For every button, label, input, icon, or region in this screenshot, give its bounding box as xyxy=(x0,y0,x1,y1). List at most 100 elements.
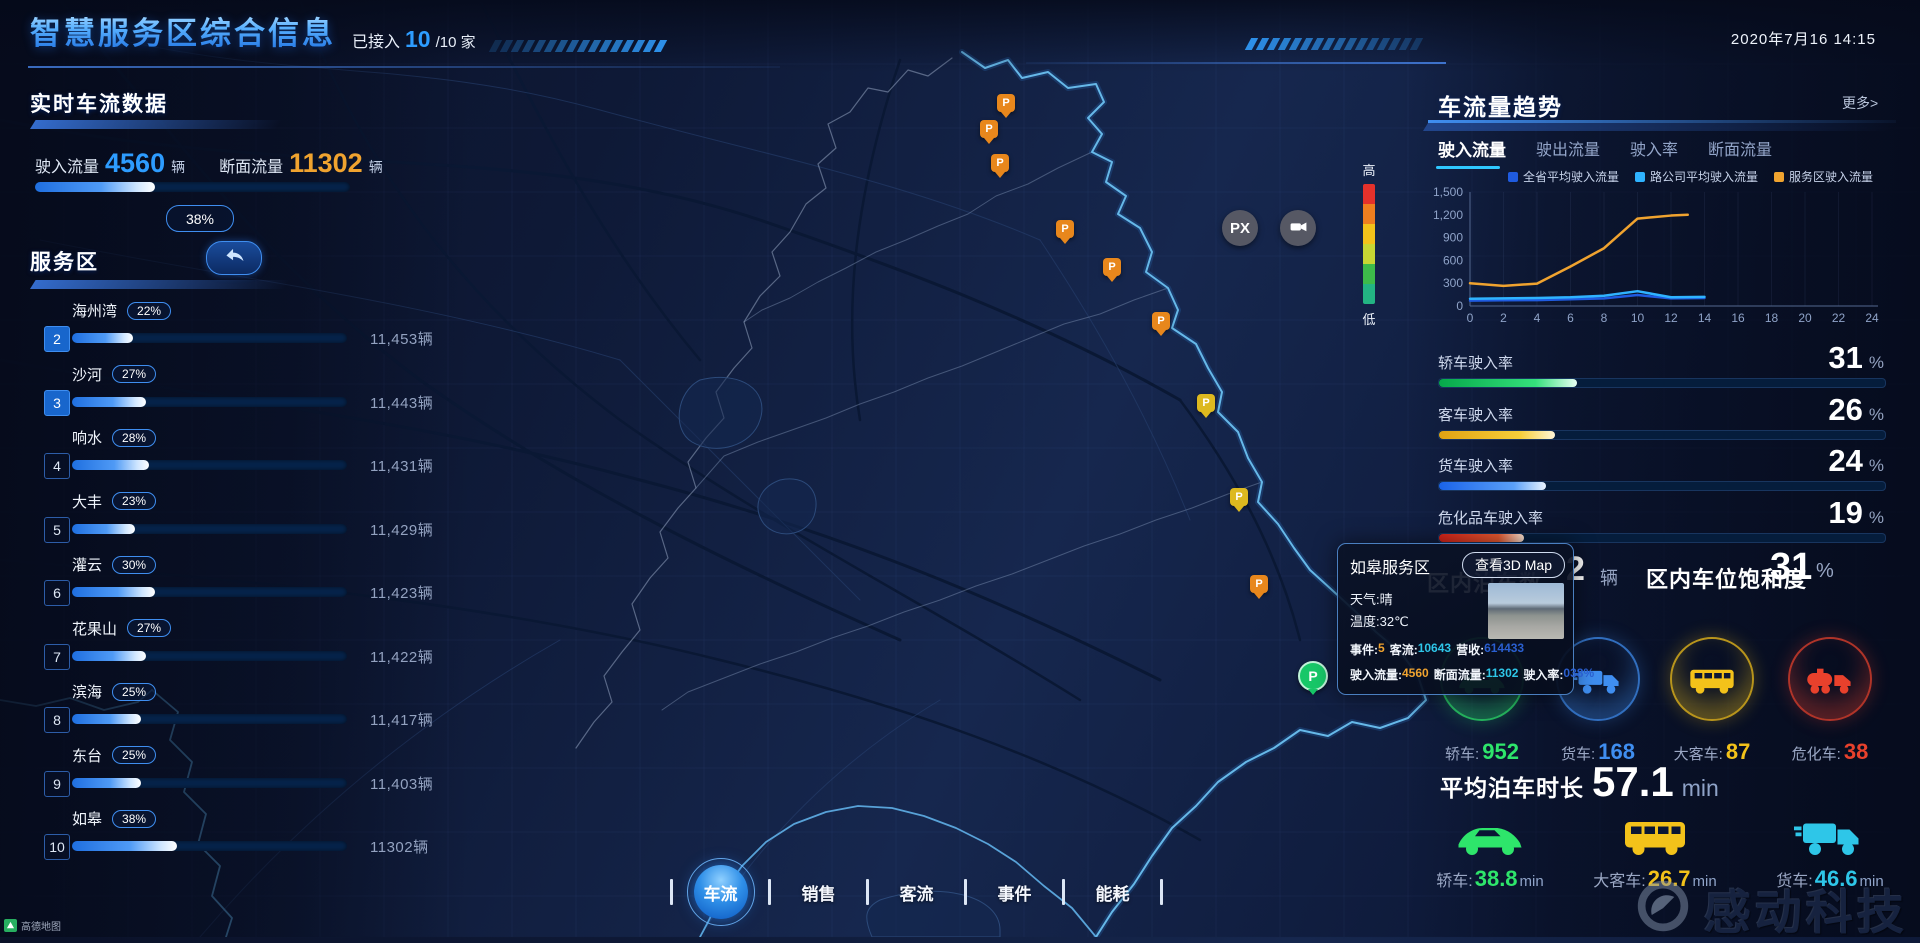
service-area-row[interactable]: 如皋 38% 10 11302辆 xyxy=(44,808,464,866)
service-area-name: 东台 xyxy=(72,745,102,766)
section-wedge xyxy=(30,120,326,129)
entry-rate-bar-fill xyxy=(1439,379,1577,387)
service-area-list: 海州湾 22% 2 11,453辆 沙河 27% 3 11,443辆 响水 28… xyxy=(44,300,464,880)
service-area-rank-badge: 6 xyxy=(44,580,70,606)
entry-rate-unit: % xyxy=(1869,508,1884,528)
tooltip-title: 如皋服务区 xyxy=(1350,554,1430,578)
service-area-row[interactable]: 花果山 27% 7 11,422辆 xyxy=(44,618,464,676)
svg-text:14: 14 xyxy=(1698,311,1712,325)
entry-rate-value-box: 31 % xyxy=(1828,340,1884,376)
svg-text:0: 0 xyxy=(1456,299,1463,313)
legend-swatch xyxy=(1774,172,1784,182)
service-area-name-line: 东台 25% xyxy=(72,745,156,766)
heat-legend-high: 高 xyxy=(1352,160,1386,179)
tooltip-info-row: 驶入流量:4560断面流量:11302驶入率:038% xyxy=(1350,666,1599,683)
service-area-map-pin-orange[interactable]: P xyxy=(980,120,998,138)
trend-tab-item[interactable]: 断面流量 xyxy=(1708,136,1772,169)
bottom-tab-item[interactable]: 事件 xyxy=(967,880,1062,905)
service-area-bar-fill xyxy=(72,460,149,470)
trend-tab-item[interactable]: 驶入率 xyxy=(1630,136,1678,169)
entry-rate-value: 19 xyxy=(1828,495,1862,531)
service-area-row[interactable]: 滨海 25% 8 11,417辆 xyxy=(44,681,464,739)
back-button[interactable] xyxy=(206,241,262,275)
service-area-name: 花果山 xyxy=(72,618,117,639)
trend-tab-item[interactable]: 驶出流量 xyxy=(1536,136,1600,169)
bottom-tab-item[interactable]: 销售 xyxy=(771,880,866,905)
active-tab-ring: 车流 xyxy=(687,858,755,926)
vehicle-count-value: 38 xyxy=(1844,739,1868,764)
svg-text:600: 600 xyxy=(1443,253,1463,267)
service-area-row[interactable]: 沙河 27% 3 11,443辆 xyxy=(44,364,464,422)
header-divider-right xyxy=(1026,62,1446,64)
service-area-traffic-value: 11,429辆 xyxy=(370,519,433,540)
parking-count-unit: 辆 xyxy=(1600,564,1618,590)
service-area-name: 如皋 xyxy=(72,808,102,829)
service-area-map-pin-orange[interactable]: P xyxy=(1056,220,1074,238)
service-area-map-pin-orange[interactable]: P xyxy=(1250,575,1268,593)
legend-swatch xyxy=(1635,172,1645,182)
service-area-traffic-value: 11,453辆 xyxy=(370,328,433,349)
vehicle-count-item: 大客车:87 xyxy=(1657,637,1767,765)
svg-text:12: 12 xyxy=(1664,311,1678,325)
camera-layer-button[interactable] xyxy=(1280,210,1316,246)
vehicle-count-value: 87 xyxy=(1726,739,1750,764)
service-area-row[interactable]: 东台 25% 9 11,403辆 xyxy=(44,745,464,803)
bottom-tab-item[interactable]: 客流 xyxy=(869,880,964,905)
map-lake xyxy=(679,377,762,448)
map-lake xyxy=(758,479,816,534)
tooltip-metric-label: 驶入流量: xyxy=(1350,666,1402,683)
service-area-bar-fill xyxy=(72,397,146,407)
service-area-map-pin-orange[interactable]: P xyxy=(991,154,1009,172)
heat-legend: 高 低 xyxy=(1352,160,1386,328)
stat-unit: 辆 xyxy=(369,157,383,177)
service-area-percent-badge: 27% xyxy=(112,365,156,383)
map-road xyxy=(852,60,900,420)
service-area-map-pin-green[interactable]: P xyxy=(1298,661,1328,691)
svg-text:900: 900 xyxy=(1443,231,1463,245)
parking-time-value: 38.8 xyxy=(1475,866,1518,891)
service-area-percent-badge: 25% xyxy=(112,746,156,764)
service-area-row[interactable]: 灌云 30% 6 11,423辆 xyxy=(44,554,464,612)
service-area-row[interactable]: 响水 28% 4 11,431辆 xyxy=(44,427,464,485)
service-area-traffic-value: 11302辆 xyxy=(370,836,429,857)
truck-icon xyxy=(1794,813,1866,858)
svg-text:24: 24 xyxy=(1865,311,1879,325)
service-area-name: 海州湾 xyxy=(72,300,117,321)
connected-label: 已接入 xyxy=(352,28,400,52)
heat-legend-low: 低 xyxy=(1352,309,1386,328)
service-area-percent-badge: 38% xyxy=(112,810,156,828)
view-3d-map-button[interactable]: 查看3D Map xyxy=(1462,552,1565,578)
tooltip-metric-label: 营收: xyxy=(1456,641,1484,658)
car-icon xyxy=(1454,813,1526,858)
service-area-map-pin-orange[interactable]: P xyxy=(1152,312,1170,330)
datetime-display: 2020年7月16 14:15 xyxy=(1731,28,1876,49)
service-area-map-pin-orange[interactable]: P xyxy=(1103,258,1121,276)
service-area-row[interactable]: 海州湾 22% 2 11,453辆 xyxy=(44,300,464,358)
trend-tab-active[interactable]: 驶入流量 xyxy=(1438,136,1506,169)
svg-text:6: 6 xyxy=(1567,311,1574,325)
parking-time-item: 轿车:38.8min xyxy=(1415,818,1565,892)
service-area-bar-track xyxy=(72,524,347,534)
entry-rate-value-box: 19 % xyxy=(1828,495,1884,531)
tooltip-weather: 天气:晴 xyxy=(1350,589,1393,608)
tooltip-metric-value: 5 xyxy=(1378,641,1385,658)
entry-rate-row: 货车驶入率 24 % xyxy=(1438,453,1884,499)
map-road xyxy=(120,40,1040,240)
connected-value: 10 xyxy=(405,26,431,53)
bottom-tab-item[interactable]: 能耗 xyxy=(1065,880,1160,905)
page-title: 智慧服务区综合信息 xyxy=(30,8,336,53)
more-link[interactable]: 更多> xyxy=(1842,93,1878,113)
avg-parking-value: 57.1 xyxy=(1592,758,1674,806)
service-area-row[interactable]: 大丰 23% 5 11,429辆 xyxy=(44,491,464,549)
active-tab-circle: 车流 xyxy=(694,865,748,919)
service-area-map-pin-yellow[interactable]: P xyxy=(1230,488,1248,506)
service-area-rank-badge: 4 xyxy=(44,453,70,479)
service-area-map-pin-yellow[interactable]: P xyxy=(1197,394,1215,412)
section-wedge xyxy=(30,280,336,289)
tooltip-metric-label: 事件: xyxy=(1350,641,1378,658)
entry-rate-unit: % xyxy=(1869,456,1884,476)
px-layer-button[interactable]: PX xyxy=(1222,210,1258,246)
service-area-map-pin-orange[interactable]: P xyxy=(997,94,1015,112)
entry-rate-list: 轿车驶入率 31 % 客车驶入率 26 % 货车驶入率 24 % 危化品车驶入率 xyxy=(1438,350,1884,560)
bottom-tab-active[interactable]: 车流 xyxy=(673,858,768,926)
